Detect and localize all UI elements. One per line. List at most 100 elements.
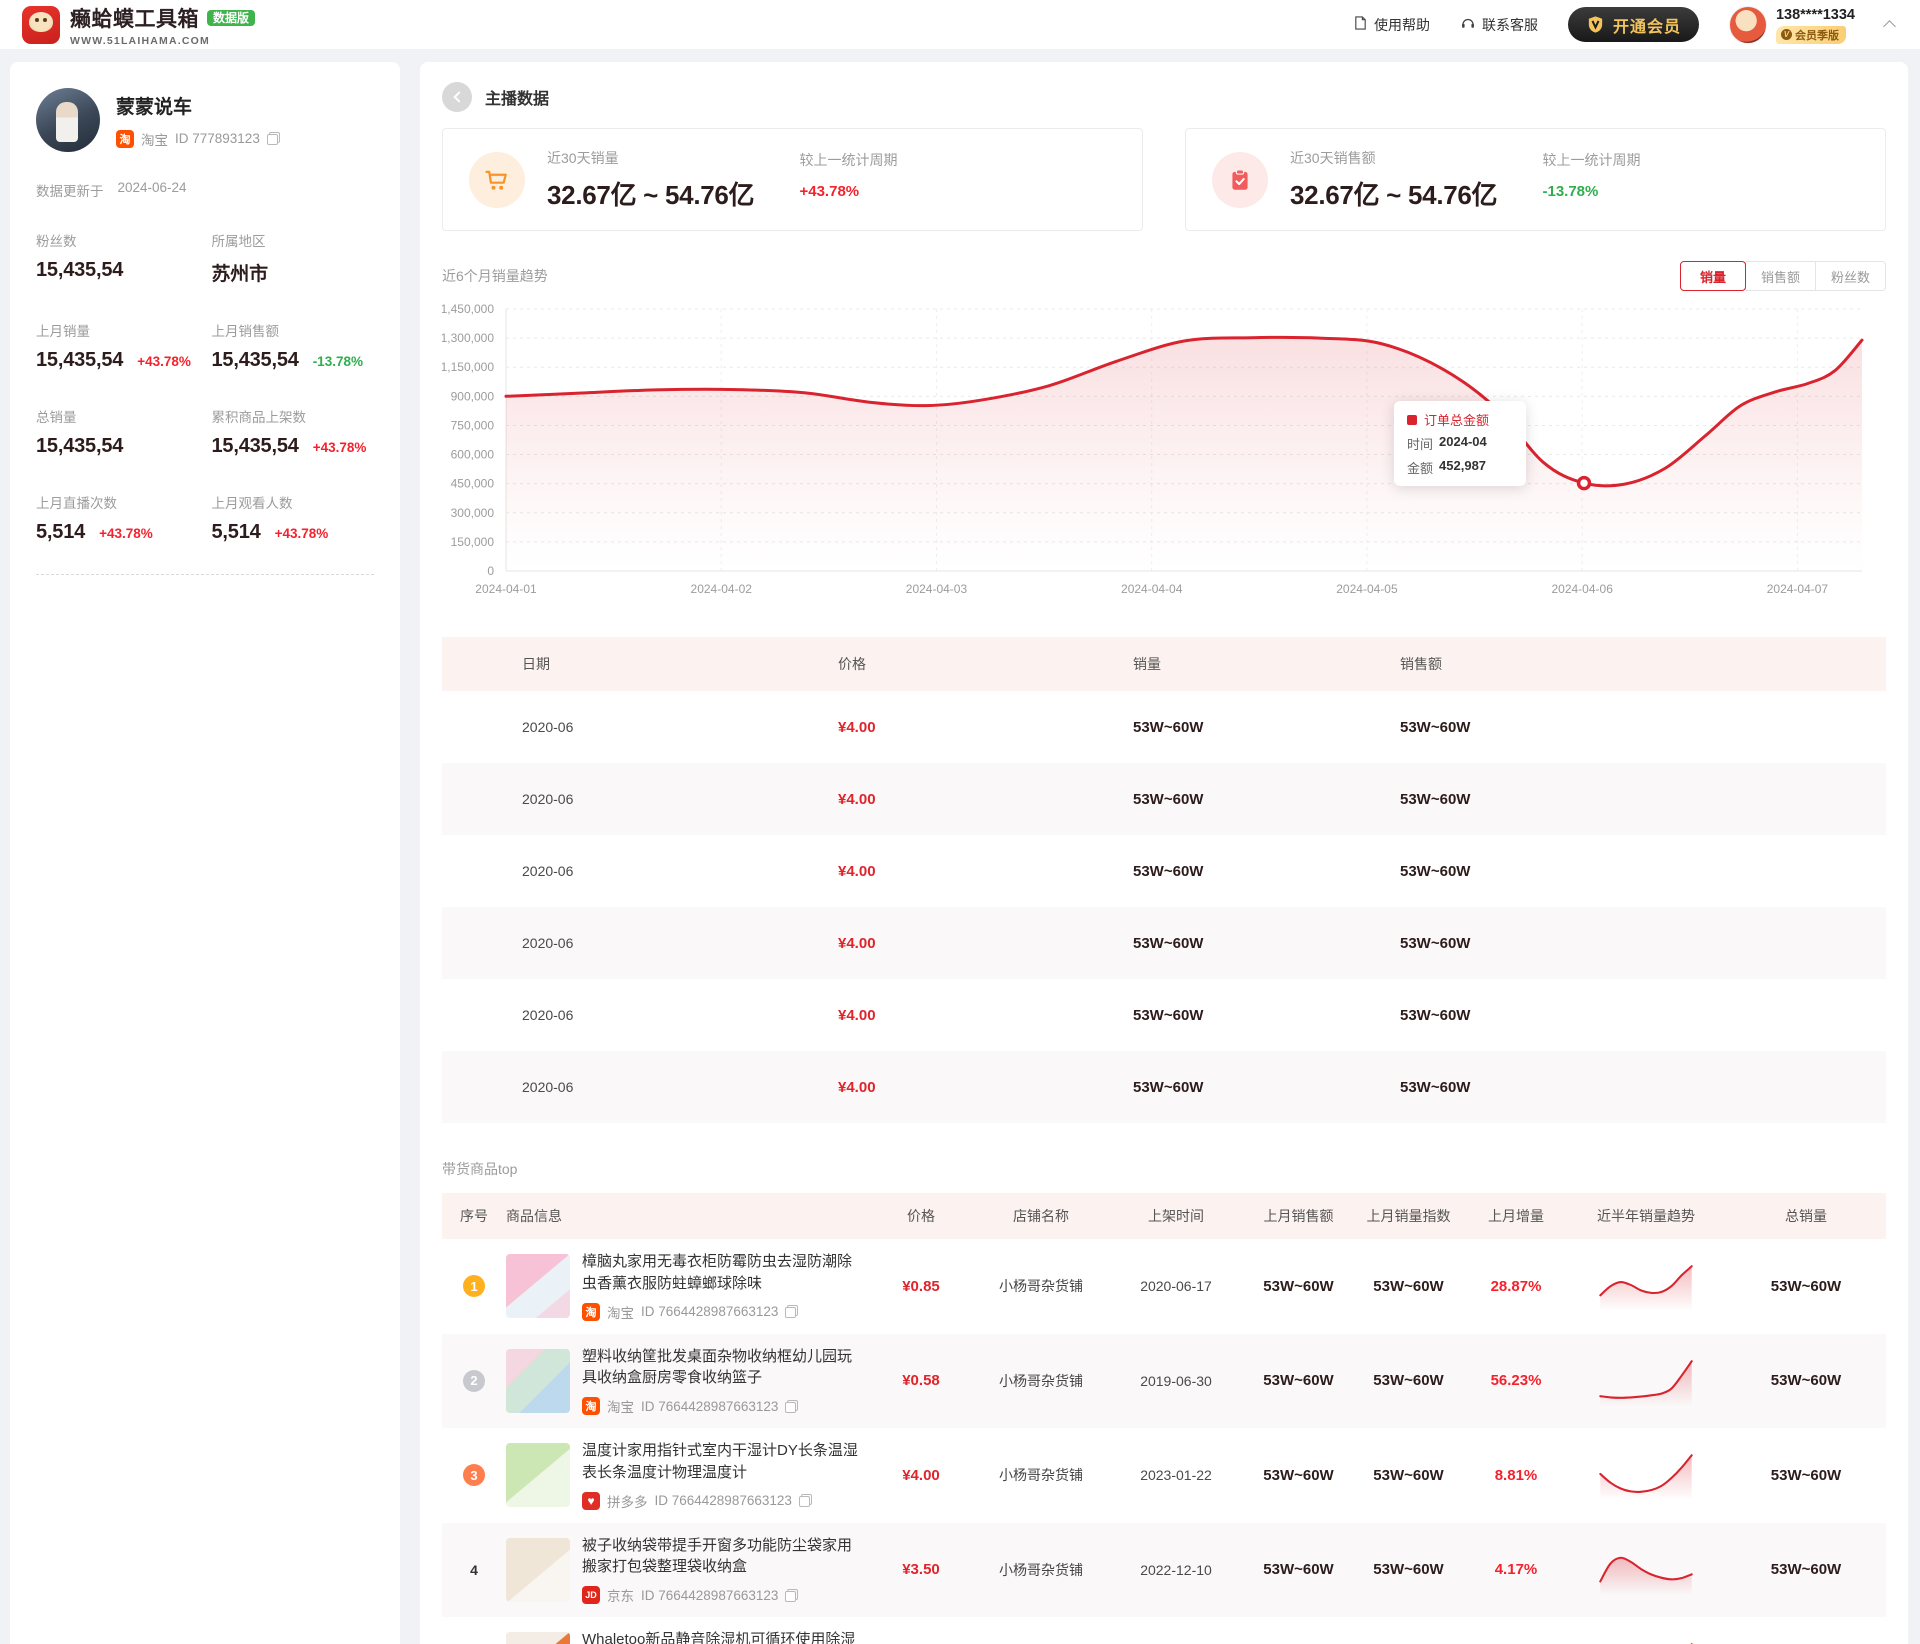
svg-text:2024-04-06: 2024-04-06 [1551,582,1613,596]
back-button[interactable] [442,82,472,112]
cart-icon [469,152,525,208]
price-row: 2020-06¥4.0053W~60W53W~60W [442,907,1886,979]
svg-text:150,000: 150,000 [451,535,495,549]
top-products-table: 序号 商品信息 价格 店铺名称 上架时间 上月销售额 上月销量指数 上月增量 近… [442,1193,1886,1644]
copy-icon[interactable] [267,132,280,145]
stat-total-sales: 总销量 15,435,54 [36,406,212,458]
svg-text:2024-04-03: 2024-04-03 [906,582,968,596]
streamer-sidebar: 蒙蒙说车 淘 淘宝 ID 777893123 数据更新于 2024-06-24 … [10,62,400,1644]
trend-section-title: 近6个月销量趋势 [442,266,548,286]
product-row: 1 樟脑丸家用无毒衣柜防霉防虫去湿防潮除虫香薰衣服防蛀蟑螂球除味 淘 淘宝 ID… [442,1239,1886,1334]
product-title[interactable]: Whaletoo新品静音除湿机可循环使用除湿器衣柜除湿小空间除湿器 [582,1629,866,1644]
pinduoduo-icon: ♥ [582,1492,600,1510]
product-id: ID 7664428987663123 [641,1588,778,1603]
svg-text:2024-04-02: 2024-04-02 [691,582,753,596]
stat-month-sales: 上月销量 15,435,54+43.78% [36,320,212,372]
trend-chart[interactable]: 1,450,0001,300,0001,150,000900,000750,00… [442,303,1886,603]
gmv-30d-card: 近30天销售额 32.67亿 ~ 54.76亿 较上一统计周期 -13.78% [1185,128,1886,231]
support-link[interactable]: 联系客服 [1460,15,1538,35]
copy-icon[interactable] [785,1305,798,1318]
stat-live-count: 上月直播次数 5,514+43.78% [36,492,212,544]
platform-name: 淘宝 [141,129,168,149]
price-row: 2020-06¥4.0053W~60W53W~60W [442,979,1886,1051]
sales-30d-card: 近30天销量 32.67亿 ~ 54.76亿 较上一统计周期 +43.78% [442,128,1143,231]
streamer-id: ID 777893123 [175,131,260,146]
svg-text:1,150,000: 1,150,000 [442,360,494,374]
product-id: ID 7664428987663123 [641,1304,778,1319]
product-title[interactable]: 塑料收纳筐批发桌面杂物收纳框幼儿园玩具收纳盒厨房零食收纳篮子 [582,1346,866,1390]
product-row: 2 塑料收纳筐批发桌面杂物收纳框幼儿园玩具收纳盒厨房零食收纳篮子 淘 淘宝 ID… [442,1334,1886,1429]
product-id: ID 7664428987663123 [655,1493,792,1508]
svg-text:900,000: 900,000 [451,389,495,403]
svg-text:1,450,000: 1,450,000 [442,303,494,316]
streamer-avatar [36,88,100,152]
sales-sparkline [1596,1259,1696,1313]
help-link[interactable]: 使用帮助 [1353,15,1430,35]
product-image [506,1632,570,1644]
vip-shield-icon [1586,15,1605,34]
series-marker-icon [1407,415,1417,425]
tab-gmv[interactable]: 销售额 [1745,261,1816,291]
app-logo: 癞蛤蟆工具箱 数据版 WWW.51LAIHAMA.COM [22,3,255,47]
sales-sparkline [1596,1354,1696,1408]
price-history-table: 日期 价格 销量 销售额 2020-06¥4.0053W~60W53W~60W … [442,637,1886,1123]
updated-label: 数据更新于 [36,180,104,200]
copy-icon[interactable] [785,1400,798,1413]
copy-icon[interactable] [799,1494,812,1507]
product-row: 4 被子收纳袋带提手开窗多功能防尘袋家用搬家打包袋整理袋收纳盒 JD 京东 ID… [442,1523,1886,1618]
product-title[interactable]: 樟脑丸家用无毒衣柜防霉防虫去湿防潮除虫香薰衣服防蛀蟑螂球除味 [582,1251,866,1295]
svg-text:2024-04-01: 2024-04-01 [475,582,537,596]
jd-icon: JD [582,1586,600,1604]
trend-tab-group: 销量 销售额 粉丝数 [1680,261,1886,291]
svg-text:0: 0 [487,564,494,578]
svg-text:600,000: 600,000 [451,448,495,462]
stat-listed-products: 累积商品上架数 15,435,54+43.78% [212,406,375,458]
sales-sparkline [1596,1448,1696,1502]
svg-text:2024-04-04: 2024-04-04 [1121,582,1183,596]
clipboard-icon [1212,152,1268,208]
member-tier-badge: V会员季版 [1776,26,1846,44]
price-row: 2020-06¥4.0053W~60W53W~60W [442,763,1886,835]
product-image [506,1349,570,1413]
product-image [506,1538,570,1602]
product-image [506,1254,570,1318]
chart-tooltip: 订单总金额 时间2024-04 金额452,987 [1394,401,1526,486]
app-title: 癞蛤蟆工具箱 [70,3,199,33]
sales-sparkline [1596,1543,1696,1597]
products-section-title: 带货商品top [442,1159,1886,1179]
product-title[interactable]: 温度计家用指针式室内干湿计DY长条温湿表长条温度计物理温度计 [582,1440,866,1484]
svg-text:300,000: 300,000 [451,506,495,520]
rank-badge: 1 [463,1275,485,1297]
divider [36,574,374,575]
open-vip-button[interactable]: 开通会员 [1568,7,1699,42]
price-row: 2020-06¥4.0053W~60W53W~60W [442,691,1886,763]
tab-sales[interactable]: 销量 [1680,261,1746,291]
tab-fans[interactable]: 粉丝数 [1815,261,1886,291]
streamer-name: 蒙蒙说车 [116,92,280,119]
stat-viewers: 上月观看人数 5,514+43.78% [212,492,375,544]
user-account[interactable]: 138****1334 V会员季版 [1729,6,1855,44]
trend-line-chart: 1,450,0001,300,0001,150,000900,000750,00… [442,303,1882,603]
v-icon: V [1781,29,1792,40]
sales-30d-value: 32.67亿 ~ 54.76亿 [547,175,754,212]
price-table-header: 日期 价格 销量 销售额 [442,637,1886,691]
sales-sparkline [1596,1637,1696,1644]
rank-number: 4 [463,1559,485,1581]
svg-text:450,000: 450,000 [451,477,495,491]
price-row: 2020-06¥4.0053W~60W53W~60W [442,1051,1886,1123]
copy-icon[interactable] [785,1589,798,1602]
app-subtitle: WWW.51LAIHAMA.COM [70,35,255,47]
gmv-30d-value: 32.67亿 ~ 54.76亿 [1290,175,1497,212]
gmv-30d-delta: -13.78% [1542,183,1640,200]
rank-badge: 2 [463,1370,485,1392]
price-row: 2020-06¥4.0053W~60W53W~60W [442,835,1886,907]
headset-icon [1460,15,1476,34]
user-phone: 138****1334 [1776,6,1855,24]
products-table-header: 序号 商品信息 价格 店铺名称 上架时间 上月销售额 上月销量指数 上月增量 近… [442,1193,1886,1239]
rank-badge: 3 [463,1464,485,1486]
toad-logo-icon [22,6,60,44]
product-title[interactable]: 被子收纳袋带提手开窗多功能防尘袋家用搬家打包袋整理袋收纳盒 [582,1535,866,1579]
product-row: 3 温度计家用指针式室内干湿计DY长条温湿表长条温度计物理温度计 ♥ 拼多多 I… [442,1428,1886,1523]
collapse-chevron-icon[interactable] [1883,20,1896,33]
svg-text:750,000: 750,000 [451,418,495,432]
